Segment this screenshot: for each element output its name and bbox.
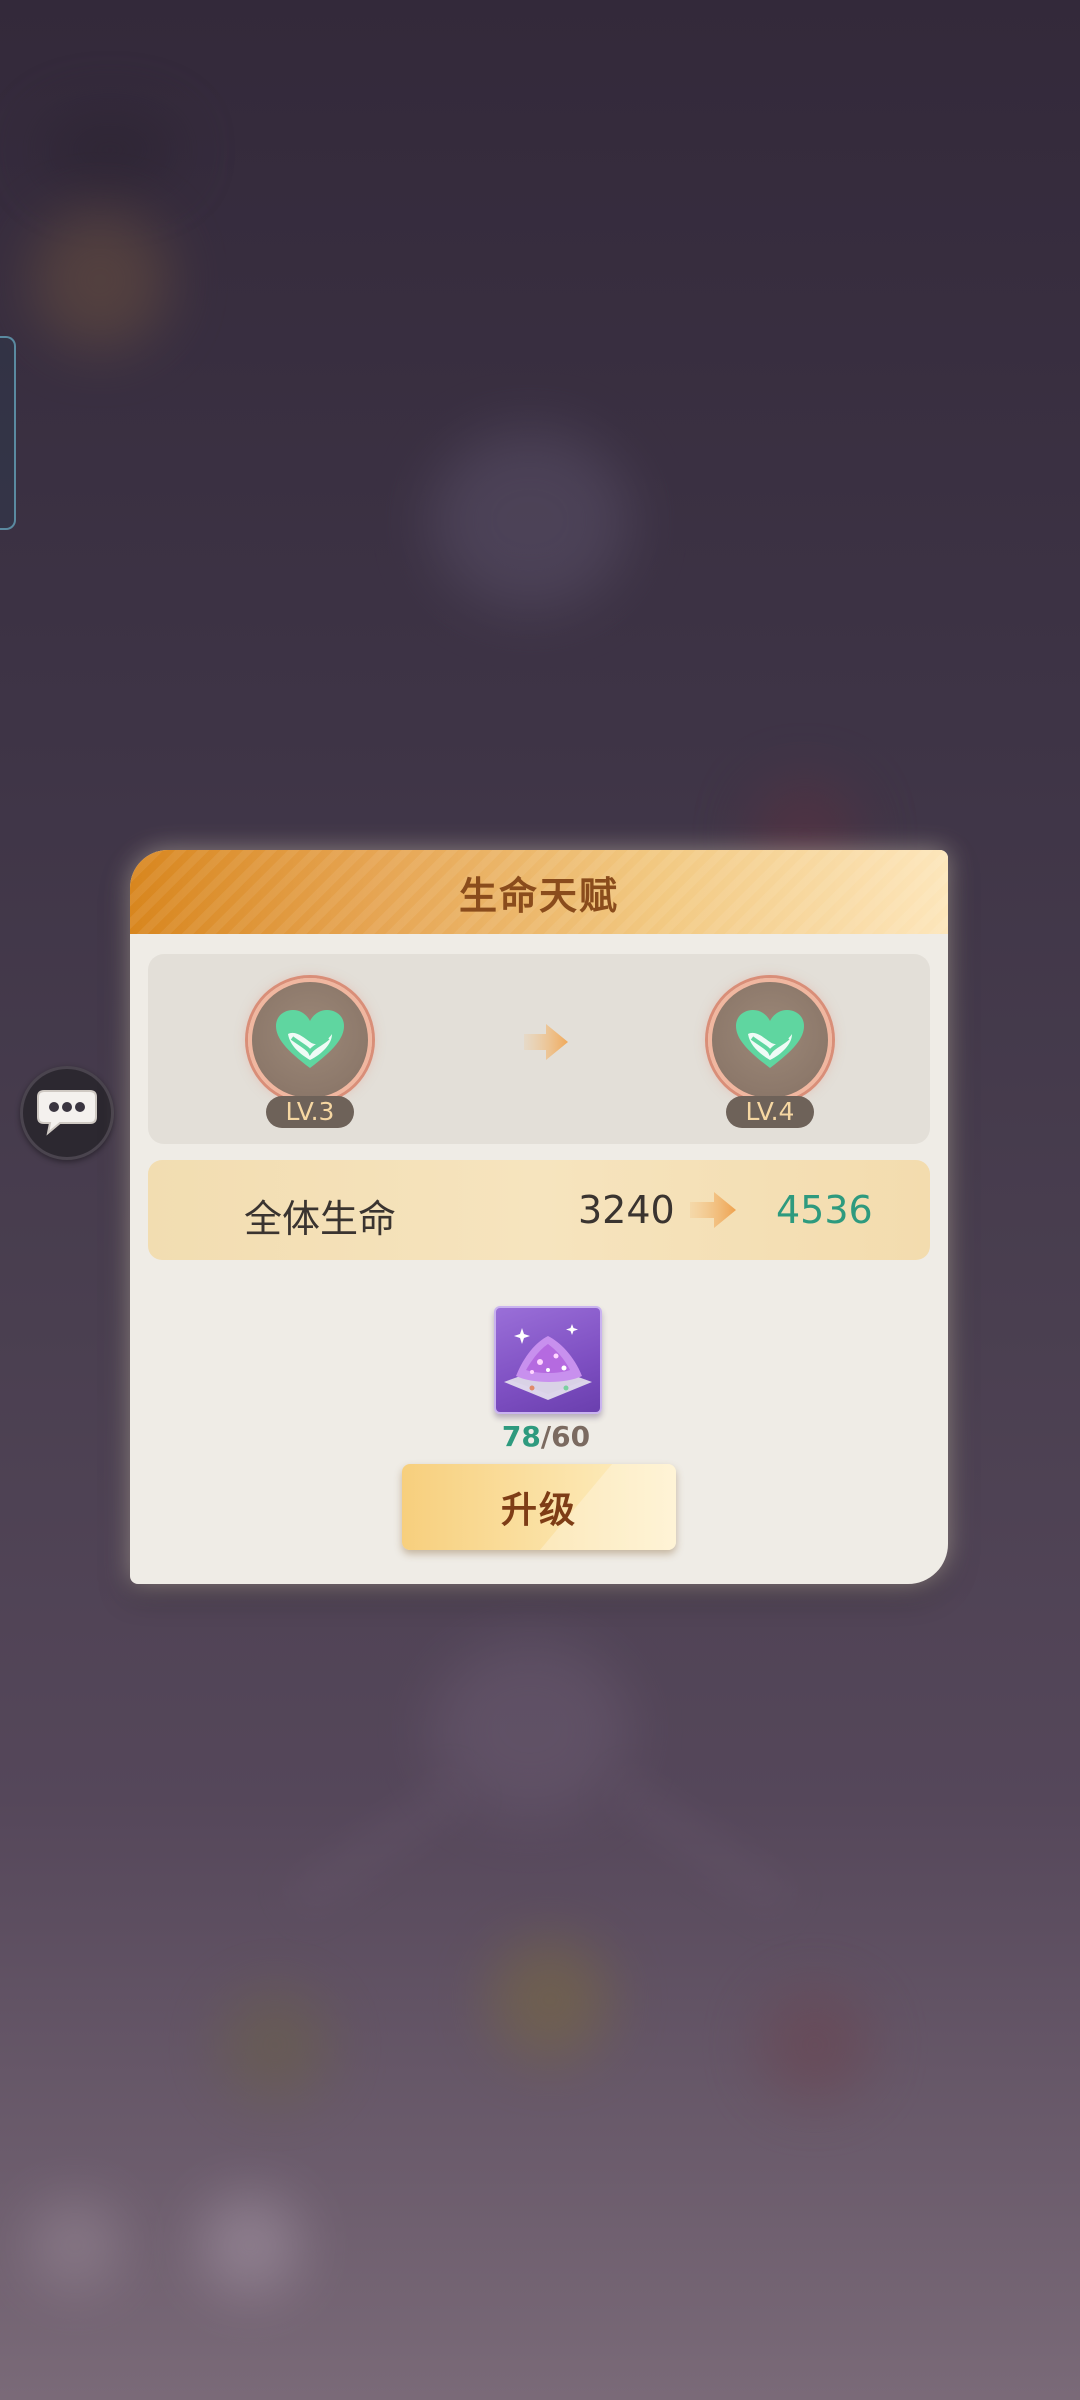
dialog-title: 生命天赋 [458,872,619,918]
upgrade-material-item[interactable] [494,1306,602,1414]
current-talent-icon-frame [248,978,372,1102]
bg-blur-shape [30,2200,120,2290]
stat-change-row: 全体生命 3240 4536 [148,1160,930,1260]
material-owned-count: 78 [501,1420,541,1453]
talent-upgrade-dialog: 生命天赋 LV.3 LV.4 全体生命 3240 4536 78/60 升级 [130,850,948,1584]
bg-blur-shape [760,1990,870,2100]
arrow-right-icon [688,1190,738,1234]
bg-blur-shape [289,1775,471,1915]
stat-label: 全体生命 [244,1197,397,1241]
bg-blur-shape [609,1775,791,1915]
next-level-badge: LV.4 [726,1096,814,1128]
dialog-header: 生命天赋 [130,850,948,934]
chat-bubble-icon [34,1085,100,1141]
material-required-count: 60 [551,1420,591,1453]
level-comparison-panel: LV.3 LV.4 [148,954,930,1144]
next-talent-node: LV.4 [708,978,832,1128]
stat-next-value: 4536 [776,1188,873,1232]
bg-blur-shape [430,430,630,610]
current-talent-node: LV.3 [248,978,372,1128]
material-count-separator: / [540,1420,552,1453]
bg-blur-shape [200,2195,300,2295]
current-level-badge: LV.3 [266,1096,354,1128]
stat-current-value: 3240 [578,1188,675,1232]
purple-crystal-icon [496,1324,600,1412]
upgrade-button[interactable]: 升级 [402,1464,676,1550]
bg-blur-shape [30,210,170,350]
heart-icon [274,1008,346,1072]
next-talent-icon-frame [708,978,832,1102]
bg-blur-shape [490,1940,610,2060]
material-count: 78/60 [460,1420,632,1453]
bg-blur-shape [220,1990,330,2100]
arrow-right-icon [522,1022,570,1066]
side-panel-tab[interactable] [0,336,16,530]
bg-blur-shape [40,110,180,190]
heart-icon [734,1008,806,1072]
chat-button[interactable] [20,1066,114,1160]
upgrade-button-label: 升级 [500,1489,577,1531]
